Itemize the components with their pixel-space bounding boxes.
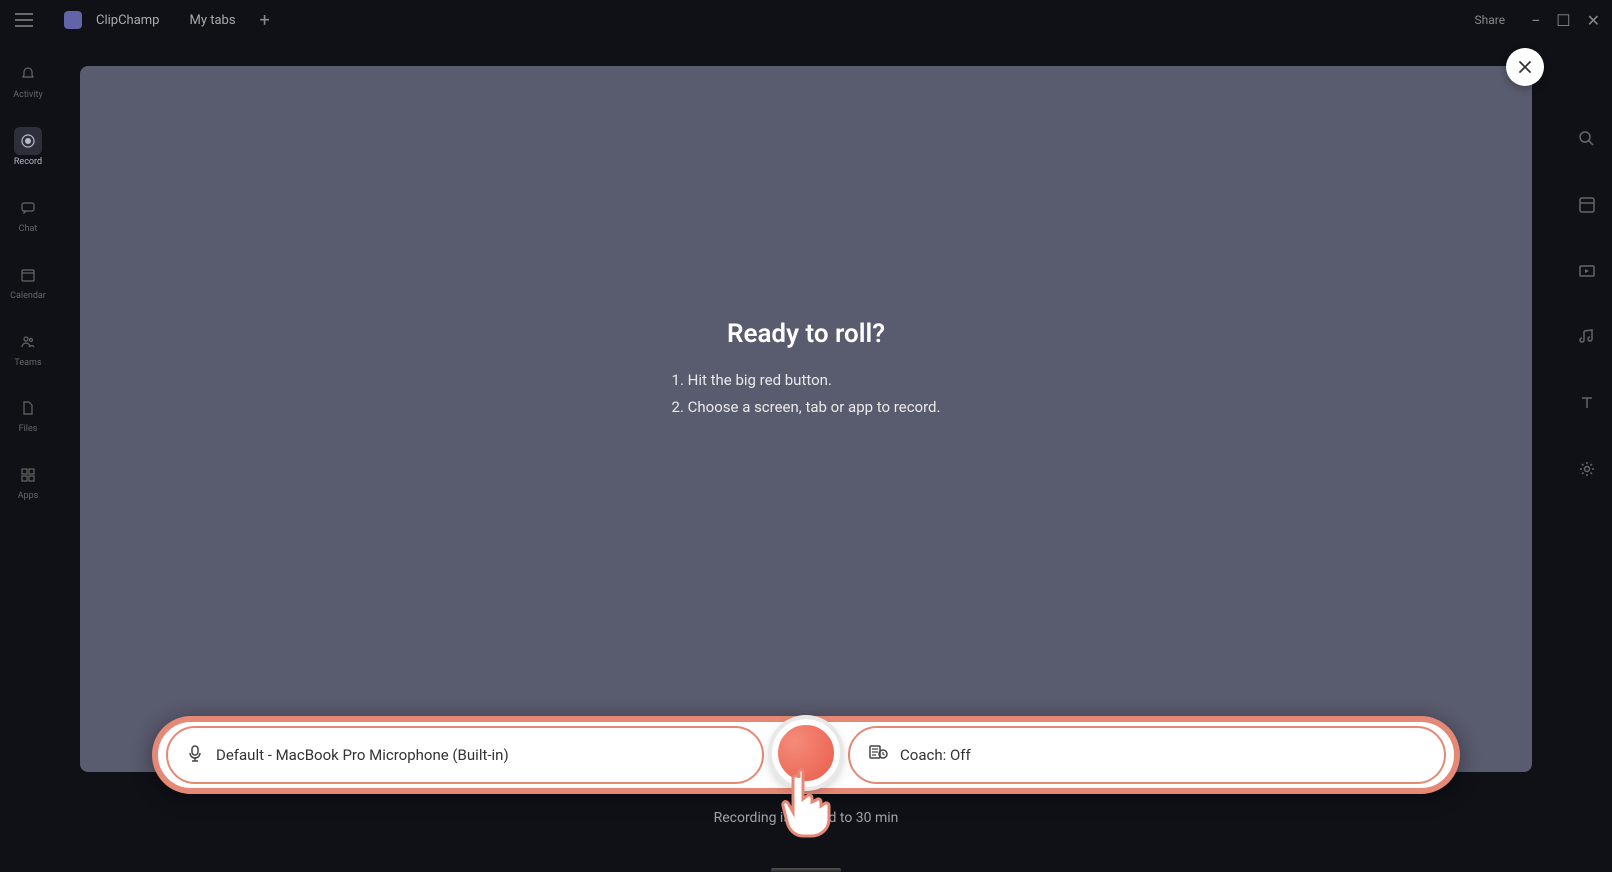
window-controls: − ☐ ✕ bbox=[1531, 11, 1600, 30]
nav-activity[interactable]: Activity bbox=[4, 56, 52, 105]
coach-label: Coach: Off bbox=[900, 746, 971, 764]
modal-heading: Ready to roll? bbox=[672, 319, 941, 349]
nav-label: Record bbox=[14, 158, 42, 168]
bell-icon bbox=[14, 60, 42, 88]
rail-media-icon[interactable] bbox=[1578, 262, 1602, 286]
share-button[interactable]: Share bbox=[1465, 9, 1516, 31]
people-icon bbox=[14, 328, 42, 356]
topbar: ClipChamp My tabs + Share − ☐ ✕ bbox=[0, 0, 1612, 40]
nav-record[interactable]: Record bbox=[4, 123, 52, 172]
modal-instructions: Ready to roll? 1. Hit the big red button… bbox=[672, 319, 941, 421]
coach-icon bbox=[868, 744, 888, 766]
close-modal-button[interactable] bbox=[1506, 48, 1544, 86]
record-button[interactable] bbox=[772, 719, 840, 787]
nav-apps[interactable]: Apps bbox=[4, 457, 52, 506]
right-rail bbox=[1568, 40, 1612, 872]
rail-music-icon[interactable] bbox=[1578, 328, 1602, 352]
hamburger-menu-icon[interactable] bbox=[12, 8, 36, 32]
nav-label: Apps bbox=[18, 492, 39, 502]
record-modal: Ready to roll? 1. Hit the big red button… bbox=[80, 66, 1532, 772]
microphone-label: Default - MacBook Pro Microphone (Built-… bbox=[216, 746, 509, 764]
microphone-icon bbox=[186, 744, 204, 766]
left-nav-rail: Activity Record Chat Calendar Teams File… bbox=[0, 40, 56, 872]
nav-label: Teams bbox=[14, 359, 41, 369]
close-window-icon[interactable]: ✕ bbox=[1587, 11, 1600, 30]
tab-mytabs[interactable]: My tabs bbox=[181, 9, 243, 32]
rail-search-icon[interactable] bbox=[1578, 130, 1602, 154]
add-tab-button[interactable]: + bbox=[260, 10, 270, 31]
nav-label: Calendar bbox=[10, 292, 46, 302]
maximize-icon[interactable]: ☐ bbox=[1556, 11, 1570, 30]
recording-control-bar: Default - MacBook Pro Microphone (Built-… bbox=[152, 716, 1460, 794]
rail-settings-icon[interactable] bbox=[1578, 460, 1602, 484]
app-badge-icon bbox=[64, 11, 82, 29]
bottom-strip bbox=[771, 868, 841, 872]
microphone-selector[interactable]: Default - MacBook Pro Microphone (Built-… bbox=[166, 726, 764, 784]
nav-files[interactable]: Files bbox=[4, 390, 52, 439]
nav-chat[interactable]: Chat bbox=[4, 190, 52, 239]
chat-icon bbox=[14, 194, 42, 222]
instruction-step-2: 2. Choose a screen, tab or app to record… bbox=[672, 394, 941, 421]
rail-templates-icon[interactable] bbox=[1578, 196, 1602, 220]
record-icon bbox=[14, 127, 42, 155]
file-icon bbox=[14, 394, 42, 422]
nav-label: Activity bbox=[13, 91, 42, 101]
nav-calendar[interactable]: Calendar bbox=[4, 257, 52, 306]
rail-text-icon[interactable] bbox=[1578, 394, 1602, 418]
apps-icon bbox=[14, 461, 42, 489]
coach-selector[interactable]: Coach: Off bbox=[848, 726, 1446, 784]
recording-limit-text: Recording is limited to 30 min bbox=[714, 810, 899, 826]
calendar-icon bbox=[14, 261, 42, 289]
app-title: ClipChamp bbox=[96, 13, 159, 28]
nav-label: Chat bbox=[19, 225, 38, 235]
nav-label: Files bbox=[19, 425, 38, 435]
minimize-icon[interactable]: − bbox=[1531, 11, 1540, 30]
instruction-step-1: 1. Hit the big red button. bbox=[672, 367, 941, 394]
nav-teams[interactable]: Teams bbox=[4, 324, 52, 373]
